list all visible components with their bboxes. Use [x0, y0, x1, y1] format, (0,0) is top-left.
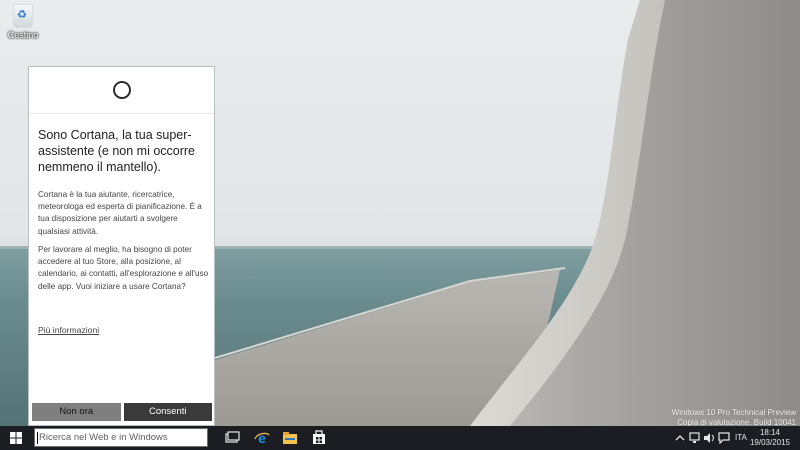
watermark-line1: Windows 10 Pro Technical Preview: [671, 408, 796, 417]
recycle-bin-label: Cestino: [7, 30, 39, 40]
clock[interactable]: 18:14 19/03/2015: [750, 428, 790, 448]
windows-start-icon: [10, 432, 22, 444]
recycle-bin-icon: [13, 4, 33, 28]
clock-time: 18:14: [759, 428, 780, 437]
more-info-link[interactable]: Più informazioni: [38, 325, 99, 335]
svg-text:e: e: [258, 430, 266, 446]
search-box[interactable]: Ricerca nel Web e in Windows: [34, 428, 208, 447]
chevron-up-icon[interactable]: [675, 434, 685, 442]
network-icon[interactable]: [689, 432, 701, 444]
cortana-panel: Sono Cortana, la tua super-assistente (e…: [28, 66, 215, 426]
allow-button[interactable]: Consenti: [123, 403, 212, 421]
cortana-ring-icon: [113, 81, 131, 99]
file-explorer-icon[interactable]: [282, 430, 298, 446]
search-placeholder: Ricerca nel Web e in Windows: [39, 432, 168, 443]
volume-icon[interactable]: [703, 432, 715, 444]
start-button[interactable]: [0, 426, 32, 450]
cortana-button-row: Non ora Consenti: [32, 403, 212, 421]
cortana-permissions-text: Per lavorare al meglio, ha bisogno di po…: [38, 245, 209, 291]
recycle-bin[interactable]: Cestino: [6, 4, 40, 40]
taskbar: Ricerca nel Web e in Windows e ITA 18:14: [0, 426, 800, 450]
task-view-icon[interactable]: [224, 430, 240, 446]
clock-date: 19/03/2015: [749, 438, 790, 447]
internet-explorer-icon[interactable]: e: [254, 430, 270, 446]
store-icon[interactable]: [311, 430, 327, 446]
build-watermark: Windows 10 Pro Technical Preview Copia d…: [672, 408, 796, 427]
text-caret: [37, 432, 38, 444]
cortana-header: [29, 67, 214, 114]
language-indicator[interactable]: ITA: [735, 426, 747, 450]
not-now-button[interactable]: Non ora: [32, 403, 121, 421]
cortana-title: Sono Cortana, la tua super-assistente (e…: [38, 128, 196, 174]
cortana-description: Cortana è la tua aiutante, ricercatrice,…: [38, 190, 202, 236]
action-center-icon[interactable]: [718, 432, 730, 444]
